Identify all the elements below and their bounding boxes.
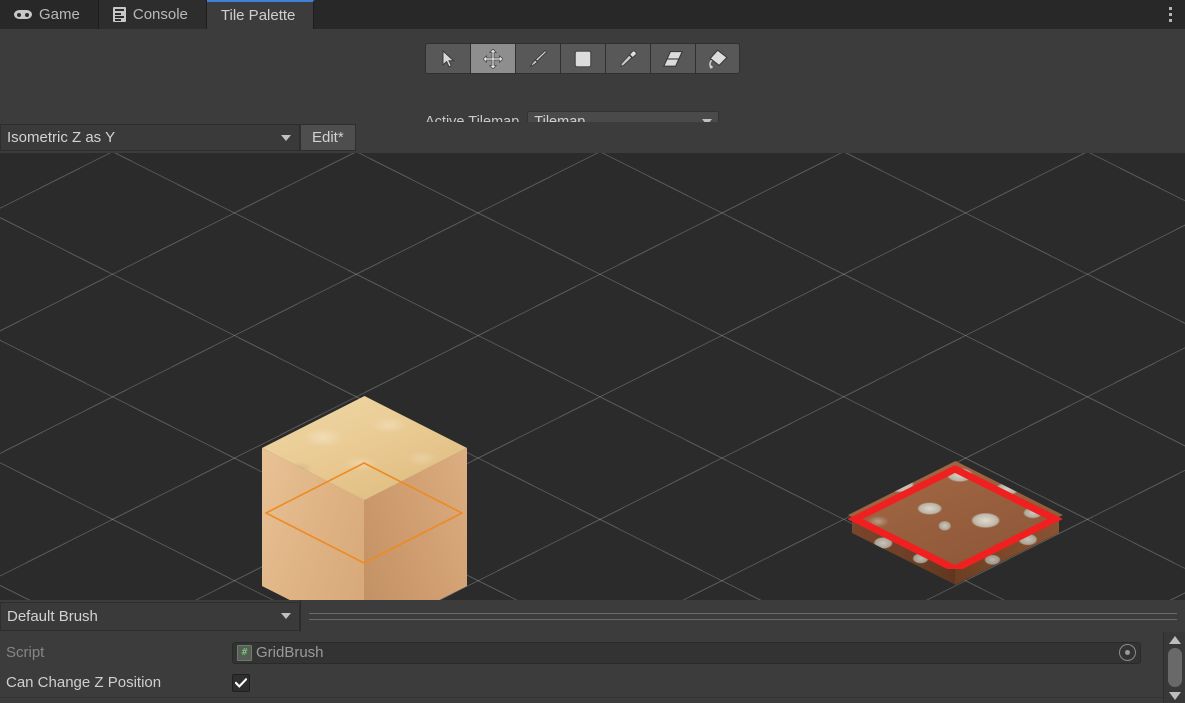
brush-select-row: Default Brush [0,600,1185,632]
square-icon [574,49,592,68]
csharp-script-icon: # [237,644,252,661]
tile-palette-canvas[interactable] [0,153,1185,600]
brush-dropdown[interactable]: Default Brush [0,601,300,631]
eraser-icon [662,50,684,68]
palette-row-spacer [356,122,1185,153]
eyedropper-icon [618,49,638,69]
brush-inspector: Script # GridBrush Can Change Z Position [0,632,1185,703]
chevron-down-icon [281,613,291,619]
tab-bar-filler [314,0,1155,29]
console-lines-icon [112,7,126,22]
panel-resize-handle[interactable] [300,600,1185,632]
inspector-divider [0,697,1163,698]
tile-palette-toolbar: Active Tilemap Tilemap [0,29,1185,132]
game-controller-icon [14,9,32,20]
chevron-down-icon [1168,691,1181,700]
picker-tool-button[interactable] [605,43,650,74]
tab-tile-palette-label: Tile Palette [220,7,296,24]
paintbrush-icon [528,49,548,69]
paint-bucket-icon [707,48,729,69]
inspector-scrollbar[interactable] [1163,632,1185,703]
tab-game-label: Game [39,6,80,23]
tab-console-label: Console [132,6,188,23]
rock-slab-tile[interactable] [848,461,1063,593]
check-icon [235,677,247,688]
tile-palette-window: Game Console Tile Palette Isometric Z as… [0,0,1185,703]
scroll-down-button[interactable] [1164,688,1185,703]
chevron-down-icon [281,134,291,141]
paint-tool-button[interactable] [515,43,560,74]
palette-dropdown[interactable]: Isometric Z as Y [0,124,300,151]
brush-value: Default Brush [7,607,98,625]
move-arrows-icon [483,48,503,69]
kebab-menu-icon[interactable] [1155,0,1185,29]
scrollbar-thumb[interactable] [1167,648,1182,687]
can-change-z-position-checkbox[interactable] [232,673,250,692]
edit-palette-label: Edit* [312,129,344,146]
tab-console[interactable]: Console [98,0,207,29]
cursor-arrow-icon [441,49,456,68]
can-change-z-position-label: Can Change Z Position [6,674,162,691]
script-value: GridBrush [256,644,324,661]
erase-tool-button[interactable] [650,43,695,74]
script-label: Script [6,644,45,661]
tab-tile-palette[interactable]: Tile Palette [206,0,315,30]
script-object-field[interactable]: # GridBrush [232,641,1141,664]
chevron-up-icon [1168,635,1181,644]
edit-palette-button[interactable]: Edit* [300,124,356,151]
scroll-up-button[interactable] [1164,632,1185,647]
window-tab-bar: Game Console Tile Palette [0,0,1185,30]
sandstone-cube-tile[interactable] [262,396,467,600]
palette-select-row: Isometric Z as Y Edit* [0,122,1185,153]
fill-tool-button[interactable] [695,43,740,74]
active-cell-highlight [848,465,1063,569]
object-picker-icon[interactable] [1119,644,1136,661]
select-tool-button[interactable] [425,43,470,74]
move-tool-button[interactable] [470,43,515,74]
tile-selection-outline [265,462,463,564]
inspector-row-can-change-z: Can Change Z Position [0,668,1163,697]
box-fill-tool-button[interactable] [560,43,605,74]
tool-button-group [425,43,740,74]
palette-value: Isometric Z as Y [7,129,116,146]
inspector-row-script: Script # GridBrush [0,638,1163,667]
tab-game[interactable]: Game [0,0,99,29]
